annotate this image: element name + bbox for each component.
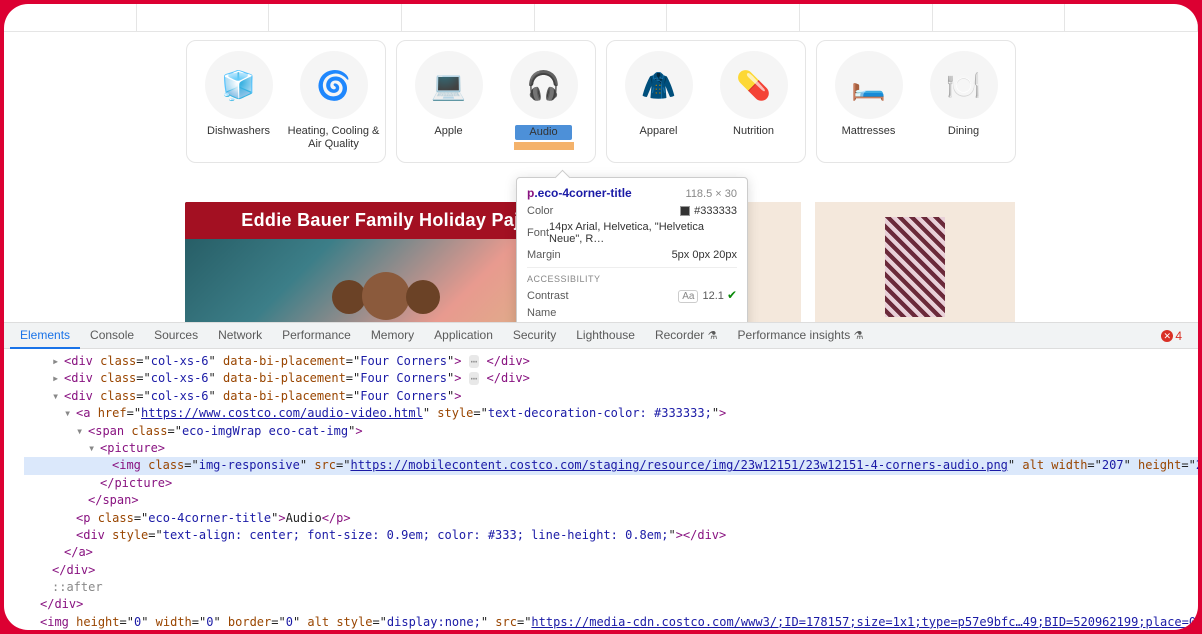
devtools-toolbar: Elements Console Sources Network Perform…	[4, 322, 1198, 349]
fan-icon: 🌀	[300, 51, 368, 119]
flask-icon: ⚗	[708, 330, 718, 342]
category-dishwashers[interactable]: 🧊 Dishwashers	[191, 47, 286, 150]
top-tabs-strip	[4, 4, 1198, 32]
category-box-1: 🧊 Dishwashers 🌀 Heating, Cooling & Air Qua…	[186, 40, 386, 163]
tab-console[interactable]: Console	[80, 322, 144, 349]
category-label: Heating, Cooling & Air Quality	[286, 125, 381, 150]
flask-icon: ⚗	[854, 330, 864, 342]
category-mattresses[interactable]: 🛏️ Mattresses	[821, 47, 916, 150]
pill-icon: 💊	[720, 51, 788, 119]
category-box-2: 💻 Apple 🎧 Audio	[396, 40, 596, 163]
tab-perf-insights[interactable]: Performance insights ⚗	[728, 322, 874, 349]
product-card-2[interactable]	[815, 202, 1016, 322]
margin-highlight	[514, 142, 574, 150]
tab-performance[interactable]: Performance	[272, 322, 361, 349]
category-label: Mattresses	[821, 125, 916, 138]
tab-network[interactable]: Network	[208, 322, 272, 349]
element-inspector-tooltip: p.eco-4corner-title 118.5 × 30 Color#333…	[516, 177, 748, 322]
category-label: Audio	[496, 125, 591, 140]
table-icon: 🍽️	[930, 51, 998, 119]
category-apparel[interactable]: 🧥 Apparel	[611, 47, 706, 150]
tab-security[interactable]: Security	[503, 322, 566, 349]
category-box-3: 🧥 Apparel 💊 Nutrition	[606, 40, 806, 163]
tab-recorder[interactable]: Recorder ⚗	[645, 322, 728, 349]
page-viewport: 🧊 Dishwashers 🌀 Heating, Cooling & Air Qua…	[4, 32, 1198, 322]
dishwasher-icon: 🧊	[205, 51, 273, 119]
category-dining[interactable]: 🍽️ Dining	[916, 47, 1011, 150]
category-audio[interactable]: 🎧 Audio	[496, 47, 591, 150]
family-image	[306, 252, 466, 322]
laptop-icon: 💻	[415, 51, 483, 119]
category-nutrition[interactable]: 💊 Nutrition	[706, 47, 801, 150]
tab-memory[interactable]: Memory	[361, 322, 424, 349]
category-box-4: 🛏️ Mattresses 🍽️ Dining	[816, 40, 1016, 163]
pajama-image	[885, 217, 945, 317]
tab-sources[interactable]: Sources	[144, 322, 208, 349]
category-label: Apple	[401, 125, 496, 138]
category-label: Nutrition	[706, 125, 801, 138]
category-label: Dining	[916, 125, 1011, 138]
headphone-icon: 🎧	[510, 51, 578, 119]
check-icon: ✔	[727, 288, 737, 302]
elements-panel[interactable]: ▸<div class="col-xs-6" data-bi-placement…	[4, 349, 1198, 630]
tab-lighthouse[interactable]: Lighthouse	[566, 322, 645, 349]
tab-application[interactable]: Application	[424, 322, 503, 349]
error-counter[interactable]: ✕4	[1161, 329, 1182, 343]
category-label: Apparel	[611, 125, 706, 138]
error-icon: ✕	[1161, 330, 1173, 342]
jacket-icon: 🧥	[625, 51, 693, 119]
category-apple[interactable]: 💻 Apple	[401, 47, 496, 150]
bed-icon: 🛏️	[835, 51, 903, 119]
tab-elements[interactable]: Elements	[10, 322, 80, 349]
category-label: Dishwashers	[191, 125, 286, 138]
category-heating[interactable]: 🌀 Heating, Cooling & Air Quality	[286, 47, 381, 150]
